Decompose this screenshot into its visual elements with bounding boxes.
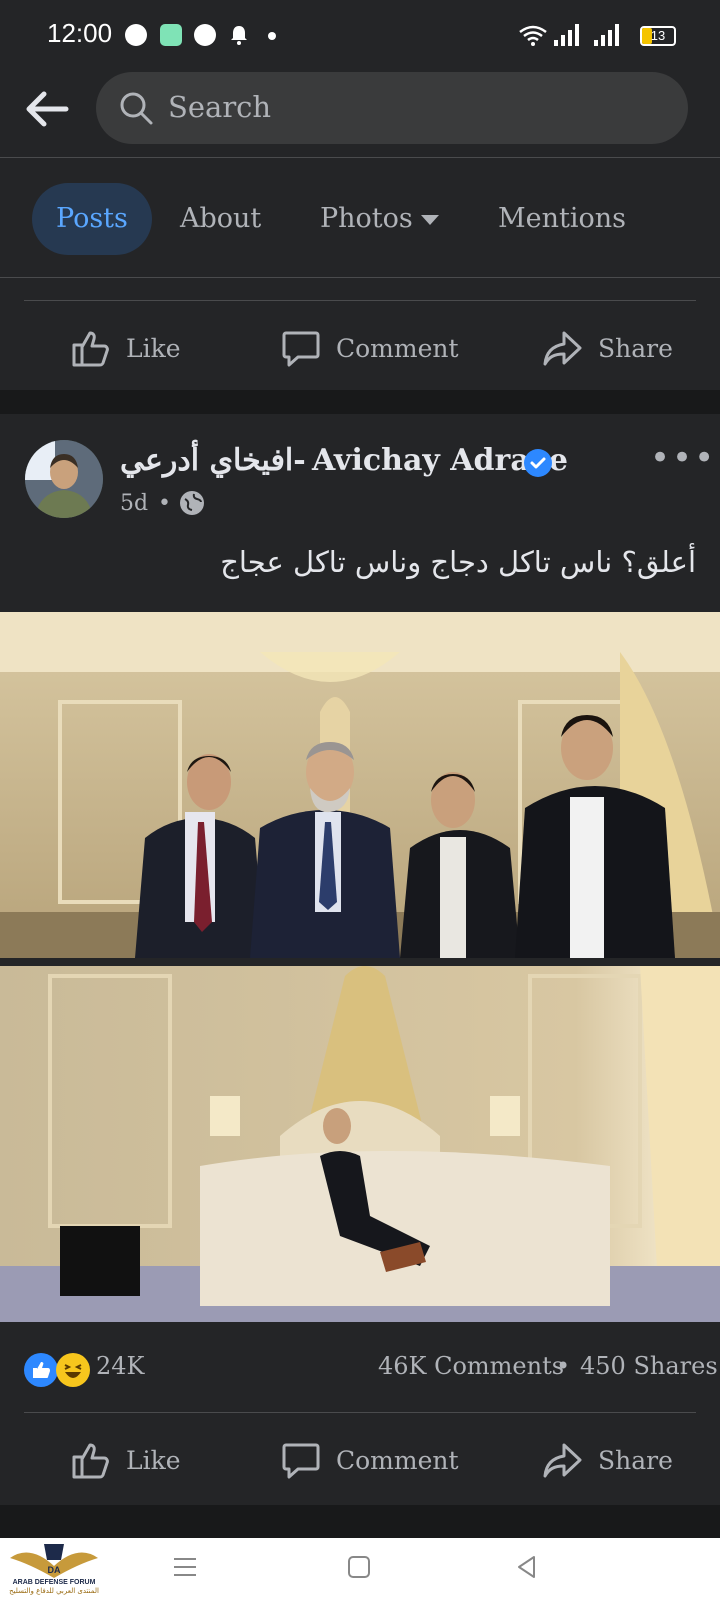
feed-separator xyxy=(0,390,720,414)
comments-count[interactable]: 46K Comments xyxy=(378,1352,564,1380)
like-label: Like xyxy=(126,1445,181,1475)
search-placeholder: Search xyxy=(168,90,272,124)
post-photo-1[interactable] xyxy=(0,612,720,958)
share-icon xyxy=(543,331,582,366)
comment-button[interactable]: Comment xyxy=(280,318,459,378)
reactions-count[interactable]: 24K xyxy=(96,1352,144,1380)
meta-separator: • xyxy=(158,491,171,516)
back-arrow-icon[interactable] xyxy=(22,84,72,134)
whatsapp-icon xyxy=(125,24,147,46)
forum-watermark-logo: DA ARAB DEFENSE FORUM المنتدى العربي للد… xyxy=(6,1540,102,1598)
tab-photos[interactable]: Photos xyxy=(320,183,413,255)
post-text: أعلق؟ ناس تاكل دجاج وناس تاكل عجاج xyxy=(220,545,696,579)
tab-photos-label: Photos xyxy=(320,203,413,234)
share-icon xyxy=(543,1443,582,1478)
haha-reaction-icon xyxy=(56,1353,90,1387)
comment-button[interactable]: Comment xyxy=(280,1430,459,1490)
menu-icon[interactable] xyxy=(172,1554,198,1584)
tab-posts[interactable]: Posts xyxy=(32,183,152,255)
shares-count[interactable]: 450 Shares xyxy=(580,1352,718,1380)
bell-icon xyxy=(228,24,250,50)
search-input[interactable]: Search xyxy=(96,72,688,144)
post-photo-2[interactable] xyxy=(0,966,720,1322)
like-label: Like xyxy=(126,333,181,363)
signal-icon-2 xyxy=(594,24,622,50)
more-options-icon[interactable]: ••• xyxy=(650,438,716,478)
more-notifications-dot xyxy=(268,32,276,40)
share-label: Share xyxy=(598,1445,673,1475)
comment-label: Comment xyxy=(336,333,459,363)
globe-icon xyxy=(180,491,204,515)
battery-indicator: 13 xyxy=(640,26,676,46)
comment-icon xyxy=(282,331,320,367)
post-author-arabic[interactable]: افيخاي أدرعي- xyxy=(120,443,306,478)
wifi-icon xyxy=(518,24,548,50)
like-button[interactable]: Like xyxy=(70,318,181,378)
tab-mentions[interactable]: Mentions xyxy=(498,183,626,255)
feed-separator xyxy=(0,1505,720,1538)
divider xyxy=(0,277,720,278)
comment-label: Comment xyxy=(336,1445,459,1475)
search-icon xyxy=(118,90,154,126)
status-time: 12:00 xyxy=(47,18,113,48)
messenger-icon xyxy=(194,24,216,46)
like-reaction-icon xyxy=(24,1353,58,1387)
watermark-arabic: المنتدى العربي للدفاع والتسليح xyxy=(9,1587,99,1595)
post-age: 5d xyxy=(120,491,149,516)
like-icon xyxy=(72,1443,109,1479)
divider xyxy=(24,300,696,301)
verified-badge-icon xyxy=(524,449,552,477)
share-button[interactable]: Share xyxy=(542,318,673,378)
share-button[interactable]: Share xyxy=(542,1430,673,1490)
comment-icon xyxy=(282,1443,320,1479)
app-notification-icon xyxy=(160,24,182,46)
chevron-down-icon[interactable] xyxy=(421,215,439,225)
svg-text:DA: DA xyxy=(48,1565,61,1575)
stats-separator: • xyxy=(556,1352,571,1380)
signal-icon-1 xyxy=(554,24,582,50)
like-button[interactable]: Like xyxy=(70,1430,181,1490)
avatar[interactable] xyxy=(25,440,103,518)
share-label: Share xyxy=(598,333,673,363)
like-icon xyxy=(72,331,109,367)
divider xyxy=(0,157,720,158)
watermark-text: ARAB DEFENSE FORUM xyxy=(12,1579,96,1586)
tab-about[interactable]: About xyxy=(180,183,261,255)
status-bar: 12:00 13 xyxy=(0,0,720,68)
home-icon[interactable] xyxy=(346,1554,372,1584)
divider xyxy=(24,1412,696,1413)
back-triangle-icon[interactable] xyxy=(514,1554,540,1584)
system-nav-bar: DA ARAB DEFENSE FORUM المنتدى العربي للد… xyxy=(0,1538,720,1600)
